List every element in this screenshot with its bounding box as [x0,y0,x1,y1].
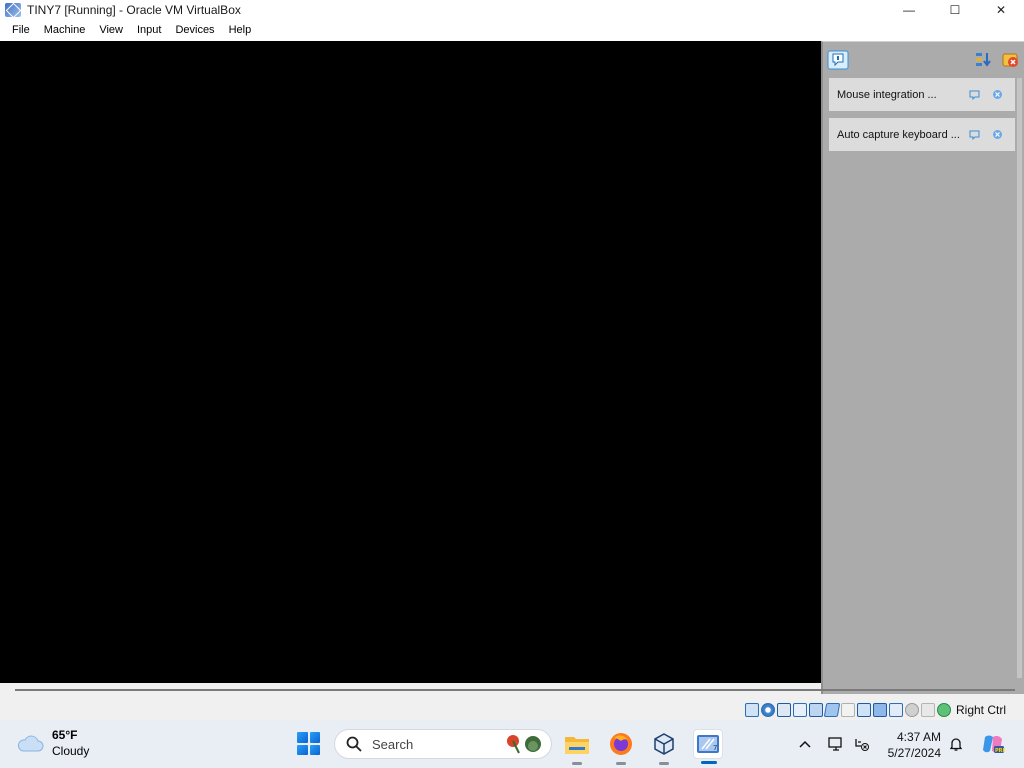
recording-icon[interactable] [872,703,887,717]
running-indicator [659,762,669,765]
cloud-icon [17,735,44,752]
clock-date: 5/27/2024 [887,746,941,760]
clock-time: 4:37 AM [896,730,941,744]
virtualbox-cube-icon [654,733,674,755]
running-indicator [572,762,582,765]
floppy-icon[interactable] [776,703,791,717]
cpu-icon[interactable] [920,703,935,717]
host-key-label[interactable]: Right Ctrl [956,703,1006,717]
virtualbox-vm-icon: 7 [697,735,719,753]
notification-scrollbar[interactable] [1017,78,1022,678]
audio-icon[interactable] [792,703,807,717]
notifications-button[interactable] [945,732,967,756]
notification-center-icon[interactable] [827,50,849,70]
tray-network[interactable] [851,732,873,756]
search-placeholder: Search [372,736,414,752]
search-highlight-icon [507,735,541,754]
sort-notifications-icon[interactable] [974,51,992,69]
virtualbox-app-icon [5,3,21,17]
copilot-icon: PRE [983,735,1005,754]
horizontal-divider [15,689,1015,691]
windows-logo-tile [297,744,308,755]
tray-display[interactable] [825,732,847,756]
running-indicator [616,762,626,765]
status-bar: Right Ctrl [0,700,1024,720]
weather-temperature: 65°F [52,728,78,742]
vm-display[interactable] [0,41,821,683]
taskbar-search[interactable]: Search [334,729,552,759]
title-bar: TINY7 [Running] - Oracle VM VirtualBox —… [0,0,1024,20]
weather-widget[interactable]: 65°F Cloudy [16,727,89,759]
minimize-icon: — [903,3,915,17]
windows-logo-tile [309,732,320,743]
svg-text:PRE: PRE [995,748,1005,754]
notification-label: Mouse integration ... [837,88,937,101]
menu-help[interactable]: Help [222,20,259,41]
notification-label: Auto capture keyboard ... [837,128,960,141]
copilot-button[interactable]: PRE [980,732,1006,756]
notification-center: Mouse integration ... Auto capture keybo… [821,41,1024,694]
menu-input[interactable]: Input [130,20,168,41]
active-indicator [701,761,717,764]
windows-logo-tile [309,744,320,755]
start-button[interactable] [297,732,320,755]
network-disconnected-icon [855,739,869,751]
pin-notification-icon[interactable] [969,89,980,100]
video-capture-icon[interactable] [888,703,903,717]
close-button[interactable]: ✕ [978,0,1024,20]
optical-drive-icon[interactable] [760,703,775,717]
menu-machine[interactable]: Machine [37,20,93,41]
network-icon[interactable] [808,703,823,717]
notification-mouse-integration[interactable]: Mouse integration ... [829,78,1015,111]
virtualization-icon[interactable] [904,703,919,717]
dismiss-notification-icon[interactable] [992,89,1003,100]
windows-logo-tile [297,732,308,743]
show-hidden-icons-button[interactable] [794,732,816,756]
keyboard-capture-icon[interactable] [936,703,951,717]
notification-auto-capture-keyboard[interactable]: Auto capture keyboard ... [829,118,1015,151]
bell-icon [949,738,963,751]
pin-notification-icon[interactable] [969,129,980,140]
maximize-icon: ☐ [949,3,961,17]
taskbar-clock[interactable]: 4:37 AM 5/27/2024 [879,729,941,761]
taskbar-firefox[interactable] [606,729,636,765]
hard-disk-icon[interactable] [744,703,759,717]
shared-folders-icon[interactable] [840,703,855,717]
menu-file[interactable]: File [5,20,37,41]
menu-view[interactable]: View [92,20,130,41]
taskbar-file-explorer[interactable] [562,729,592,765]
window-controls: — ☐ ✕ [886,0,1024,20]
firefox-icon [610,733,632,755]
chevron-up-icon [799,740,811,748]
monitor-icon [828,737,842,751]
close-icon: ✕ [995,3,1007,17]
maximize-button[interactable]: ☐ [932,0,978,20]
search-icon [346,736,362,752]
window-title: TINY7 [Running] - Oracle VM VirtualBox [27,3,241,17]
taskbar-virtualbox-vm[interactable]: 7 [693,729,723,764]
file-explorer-icon [565,737,589,754]
menu-bar: File Machine View Input Devices Help [0,20,1024,41]
usb-icon[interactable] [823,703,841,717]
notification-center-header [823,42,1024,78]
minimize-button[interactable]: — [886,0,932,20]
svg-text:7: 7 [713,744,717,752]
windows-taskbar: 65°F Cloudy Search 7 4:37 AM 5/27/2024 P… [0,720,1024,768]
close-all-notifications-icon[interactable] [1002,51,1020,69]
weather-condition: Cloudy [52,744,90,758]
display-icon[interactable] [856,703,871,717]
taskbar-virtualbox-manager[interactable] [649,729,679,765]
dismiss-notification-icon[interactable] [992,129,1003,140]
menu-devices[interactable]: Devices [168,20,221,41]
